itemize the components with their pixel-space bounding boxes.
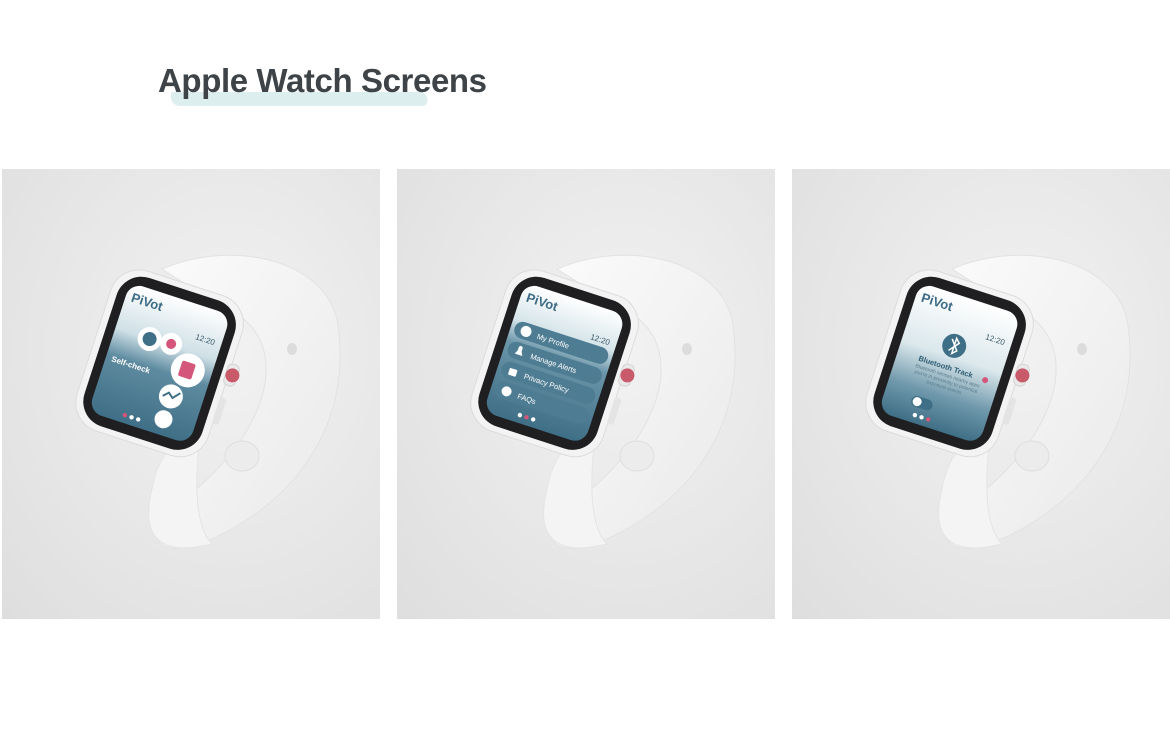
watch-image-self-check: PiVot 12:20 Self-check	[75, 254, 341, 549]
watch-image-bluetooth: PiVot 12:20 Bluetooth Track Bluetooth se…	[865, 254, 1131, 549]
watch-panel-bluetooth: PiVot 12:20 Bluetooth Track Bluetooth se…	[792, 169, 1170, 619]
watch-image-menu: PiVot 12:20 My Profile Manage Alerts Pri…	[470, 254, 736, 549]
watch-panel-self-check: PiVot 12:20 Self-check	[2, 169, 380, 619]
page-header: Apple Watch Screens	[158, 62, 487, 106]
page-title: Apple Watch Screens	[158, 62, 487, 99]
watch-panel-menu: PiVot 12:20 My Profile Manage Alerts Pri…	[397, 169, 775, 619]
